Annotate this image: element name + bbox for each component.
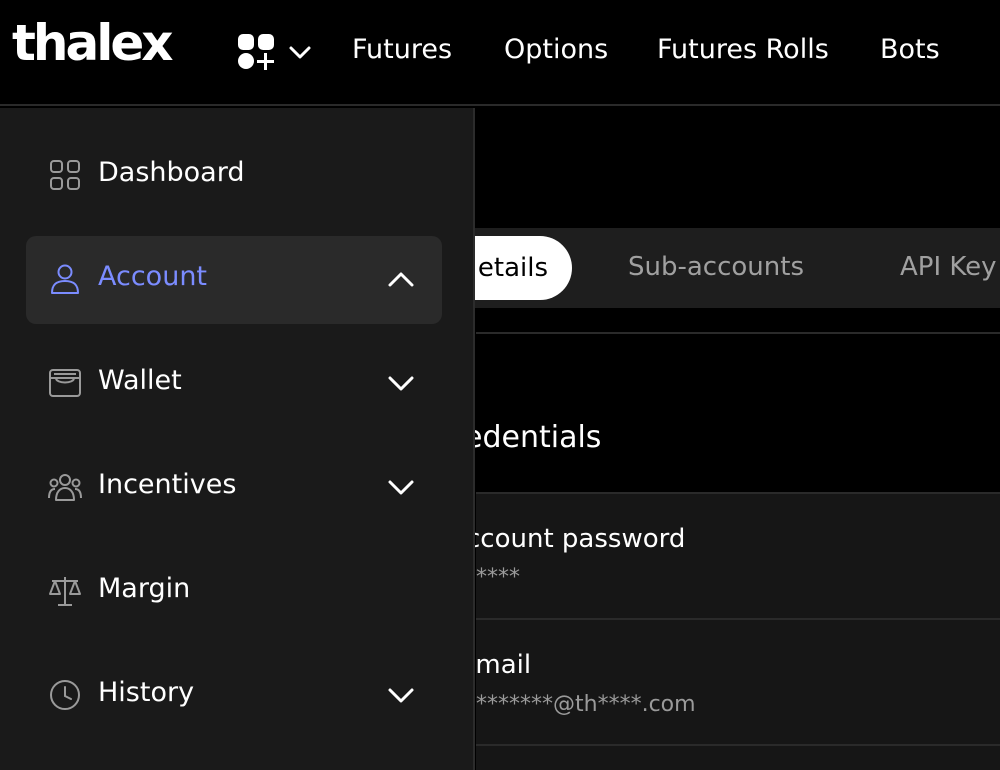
clock-icon	[50, 680, 80, 710]
sidebar: Dashboard Account Wallet Incentives Marg…	[0, 108, 475, 770]
group-icon	[48, 474, 82, 501]
password-label: ccount password	[466, 524, 686, 554]
top-navbar: thalex Futures Options Futures Rolls Bot…	[0, 0, 1000, 106]
chevron-down-icon[interactable]	[386, 370, 416, 396]
tab-api-keys[interactable]: API Key	[900, 252, 997, 282]
chevron-up-icon[interactable]	[386, 266, 416, 292]
apps-menu-button[interactable]	[236, 32, 316, 72]
nav-futures[interactable]: Futures	[352, 34, 452, 65]
scale-icon	[49, 577, 81, 606]
divider	[476, 618, 1000, 620]
sidebar-item-label: Account	[98, 261, 208, 292]
sidebar-item-label: Wallet	[98, 365, 182, 396]
divider	[476, 492, 1000, 494]
sidebar-item-wallet[interactable]: Wallet	[26, 340, 442, 428]
chevron-down-icon[interactable]	[386, 682, 416, 708]
sidebar-item-label: Incentives	[98, 469, 237, 500]
sidebar-item-history[interactable]: History	[26, 652, 442, 740]
sidebar-item-label: History	[98, 677, 195, 708]
wallet-icon	[49, 369, 81, 397]
password-value: ****	[476, 565, 520, 590]
nav-futures-rolls[interactable]: Futures Rolls	[657, 34, 829, 65]
chevron-down-icon	[289, 46, 311, 59]
sidebar-item-incentives[interactable]: Incentives	[26, 444, 442, 532]
nav-bots[interactable]: Bots	[880, 34, 940, 65]
divider	[476, 744, 1000, 746]
email-label: -mail	[466, 650, 532, 680]
thalex-logo[interactable]: thalex	[12, 18, 174, 68]
credentials-title: edentials	[464, 420, 602, 455]
email-value: *******@th****.com	[476, 692, 696, 717]
divider	[476, 332, 1000, 334]
apps-grid-icon	[238, 34, 274, 70]
nav-options[interactable]: Options	[504, 34, 608, 65]
sidebar-item-label: Margin	[98, 573, 191, 604]
grid-icon	[50, 160, 80, 190]
sidebar-item-margin[interactable]: Margin	[26, 548, 442, 636]
sidebar-item-label: Dashboard	[98, 157, 245, 188]
chevron-down-icon[interactable]	[386, 474, 416, 500]
tab-sub-accounts[interactable]: Sub-accounts	[628, 252, 804, 282]
user-icon	[51, 264, 79, 294]
sidebar-item-account[interactable]: Account	[26, 236, 442, 324]
sidebar-item-dashboard[interactable]: Dashboard	[26, 132, 442, 220]
